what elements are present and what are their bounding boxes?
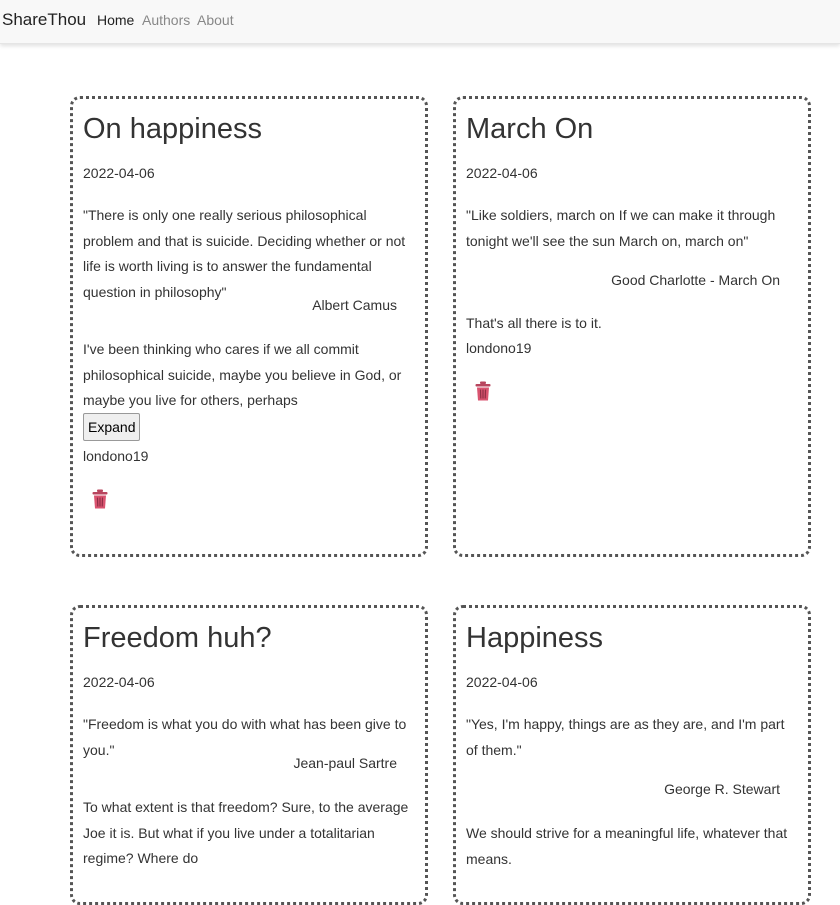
navbar: ShareThou Home Authors About bbox=[0, 0, 840, 44]
nav-link-home[interactable]: Home bbox=[97, 12, 134, 28]
post-title: On happiness bbox=[83, 113, 262, 146]
post-body: That's all there is to it. bbox=[466, 311, 796, 337]
post-card: March On 2022-04-06 "Like soldiers, marc… bbox=[453, 96, 811, 557]
post-username: londono19 bbox=[466, 340, 531, 356]
post-date: 2022-04-06 bbox=[83, 674, 155, 690]
post-title: Happiness bbox=[466, 622, 603, 655]
post-date: 2022-04-06 bbox=[466, 674, 538, 690]
brand-link[interactable]: ShareThou bbox=[2, 10, 86, 30]
trash-icon[interactable] bbox=[475, 381, 491, 401]
post-quote: "There is only one really serious philos… bbox=[83, 203, 413, 305]
expand-button[interactable]: Expand bbox=[83, 413, 140, 441]
quote-author: Jean-paul Sartre bbox=[293, 755, 397, 771]
nav-link-about[interactable]: About bbox=[197, 12, 234, 28]
quote-author: Albert Camus bbox=[312, 297, 397, 313]
post-card: On happiness 2022-04-06 "There is only o… bbox=[70, 96, 428, 557]
post-date: 2022-04-06 bbox=[83, 165, 155, 181]
post-username: londono19 bbox=[83, 448, 148, 464]
quote-author: Good Charlotte - March On bbox=[611, 272, 780, 288]
trash-icon[interactable] bbox=[92, 489, 108, 509]
post-quote: "Like soldiers, march on If we can make … bbox=[466, 203, 796, 254]
quote-author: George R. Stewart bbox=[664, 781, 780, 797]
post-card: Happiness 2022-04-06 "Yes, I'm happy, th… bbox=[453, 605, 811, 905]
post-body: I've been thinking who cares if we all c… bbox=[83, 337, 413, 414]
post-date: 2022-04-06 bbox=[466, 165, 538, 181]
post-card: Freedom huh? 2022-04-06 "Freedom is what… bbox=[70, 605, 428, 905]
post-quote: "Yes, I'm happy, things are as they are,… bbox=[466, 712, 796, 763]
post-title: Freedom huh? bbox=[83, 622, 272, 655]
post-body: We should strive for a meaningful life, … bbox=[466, 821, 796, 872]
post-body: To what extent is that freedom? Sure, to… bbox=[83, 795, 413, 872]
post-title: March On bbox=[466, 113, 593, 146]
nav-link-authors[interactable]: Authors bbox=[142, 12, 190, 28]
